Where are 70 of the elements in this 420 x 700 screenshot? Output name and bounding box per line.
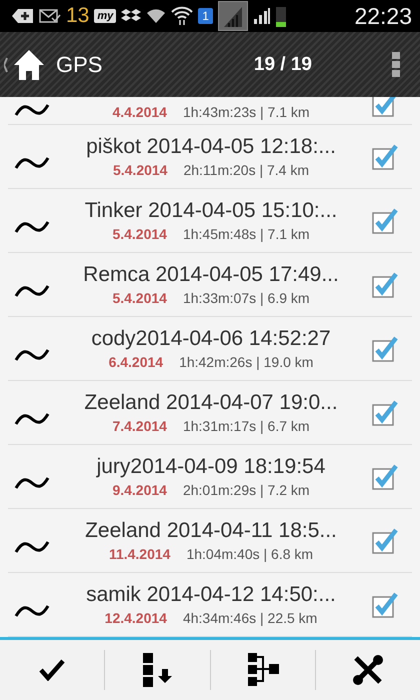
track-row[interactable]: jury2014-04-09 18:19:54 9.4.2014 2h:01m:29s | 7.2 km	[8, 445, 412, 509]
checkbox[interactable]	[372, 528, 398, 554]
checkbox[interactable]	[372, 97, 398, 117]
battery-icon	[276, 5, 286, 27]
track-name: jury2014-04-09 18:19:54	[96, 455, 326, 479]
track-date: 12.4.2014	[104, 610, 167, 626]
track-date: 11.4.2014	[108, 546, 170, 562]
notification-count: 13	[66, 4, 90, 28]
clock: 22:23	[354, 2, 412, 30]
track-row[interactable]: piškot 2014-04-05 12:18:... 5.4.2014 2h:11m:20s | 7.4 km	[8, 125, 412, 189]
track-stats: 1h:04m:40s | 6.8 km	[186, 546, 314, 562]
track-date: 5.4.2014	[112, 162, 168, 178]
track-line-icon	[14, 538, 50, 554]
checkbox[interactable]	[372, 464, 398, 490]
track-stats: 1h:31m:17s | 6.7 km	[182, 418, 310, 434]
track-row[interactable]: 4.4.2014 1h:43m:23s | 7.1 km	[8, 97, 412, 125]
track-name: Remca 2014-04-05 17:49...	[83, 263, 339, 287]
track-row[interactable]: Zeeland 2014-04-07 19:0... 7.4.2014 1h:31m:17s | 6.7 km	[8, 381, 412, 445]
dropbox-icon	[121, 8, 142, 24]
checkbox[interactable]	[372, 208, 398, 234]
checkbox[interactable]	[372, 144, 398, 170]
track-stats: 1h:43m:23s | 7.1 km	[182, 104, 310, 120]
track-stats: 4h:34m:46s | 22.5 km	[182, 610, 318, 626]
checkbox[interactable]	[372, 336, 398, 362]
track-line-icon	[14, 218, 50, 234]
wifi-icon	[171, 6, 194, 26]
track-date: 5.4.2014	[112, 290, 167, 306]
track-line-icon	[14, 410, 50, 426]
checkmark-icon	[39, 659, 66, 681]
track-line-icon	[14, 282, 50, 298]
track-stats: 2h:11m:20s | 7.4 km	[183, 162, 310, 178]
checkbox[interactable]	[372, 400, 398, 426]
track-name: Zeeland 2014-04-07 19:0...	[84, 391, 338, 415]
sim-card-badge: 1	[198, 8, 213, 24]
hierarchy-icon	[246, 653, 280, 687]
track-line-icon	[14, 154, 50, 170]
track-row[interactable]: Zeeland 2014-04-11 18:5... 11.4.2014 1h:04m:40s | 6.8 km	[8, 509, 412, 573]
track-stats: 1h:45m:48s | 7.1 km	[182, 226, 310, 242]
signal-icon	[218, 1, 248, 31]
signal-icon	[252, 7, 271, 25]
track-name: Zeeland 2014-04-11 18:5...	[85, 519, 337, 543]
track-date: 6.4.2014	[108, 354, 164, 370]
track-counter: 19 / 19	[254, 54, 312, 76]
track-name: piškot 2014-04-05 12:18:...	[86, 135, 336, 159]
track-name: samik 2014-04-12 14:50:...	[86, 583, 336, 607]
mail-icon	[39, 9, 61, 23]
messenger-badge: my	[94, 9, 116, 23]
track-date: 4.4.2014	[112, 104, 167, 120]
screen-title: GPS	[56, 52, 102, 78]
track-row[interactable]: Remca 2014-04-05 17:49... 5.4.2014 1h:33m:07s | 6.9 km	[8, 253, 412, 317]
track-line-icon	[14, 102, 50, 118]
checkbox[interactable]	[372, 272, 398, 298]
overflow-menu-button[interactable]	[392, 52, 400, 78]
track-name: Tinker 2014-04-05 15:10:...	[84, 199, 338, 223]
track-row[interactable]: Tinker 2014-04-05 15:10:... 5.4.2014 1h:45m:48s | 7.1 km	[8, 189, 412, 253]
add-notification-icon	[12, 8, 34, 24]
track-date: 9.4.2014	[112, 482, 167, 498]
track-name: cody2014-04-06 14:52:27	[91, 327, 331, 351]
track-line-icon	[14, 474, 50, 490]
checkbox[interactable]	[372, 592, 398, 618]
sort-down-icon	[141, 653, 174, 687]
track-row[interactable]: cody2014-04-06 14:52:27 6.4.2014 1h:42m:26s | 19.0 km	[8, 317, 412, 381]
track-stats: 1h:42m:26s | 19.0 km	[179, 354, 314, 370]
overflow-menu-icon	[392, 52, 400, 78]
track-date: 7.4.2014	[112, 418, 167, 434]
track-line-icon	[14, 346, 50, 362]
track-stats: 2h:01m:29s | 7.2 km	[182, 482, 310, 498]
track-date: 5.4.2014	[112, 226, 167, 242]
track-line-icon	[14, 602, 50, 618]
track-stats: 1h:33m:07s | 6.9 km	[182, 290, 310, 306]
